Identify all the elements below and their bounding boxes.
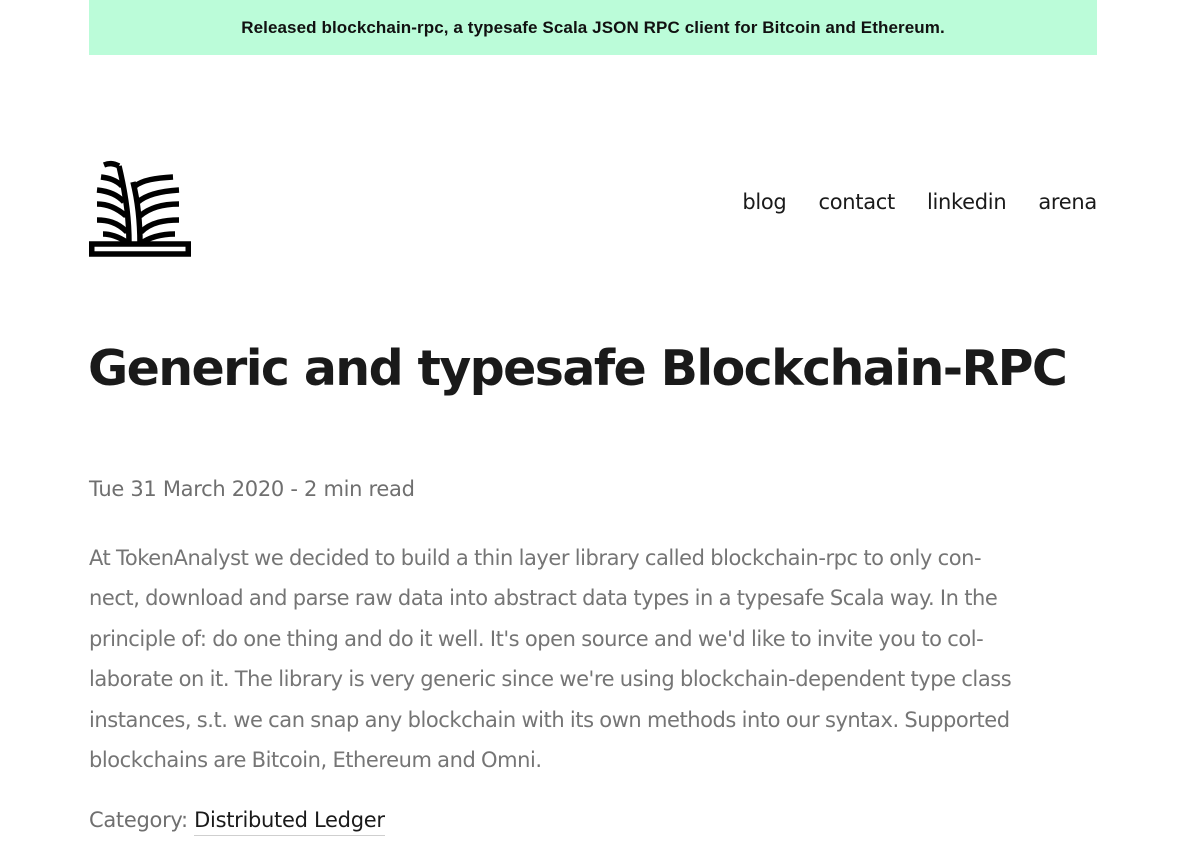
article-title: Generic and typesafe Blockchain-RPC: [88, 340, 1068, 397]
category-label: Category:: [89, 808, 188, 832]
nav-item-linkedin[interactable]: linkedin: [927, 190, 1007, 214]
article-body-line: instances, s.t. we can snap any blockcha…: [89, 707, 1010, 732]
article-body: At TokenAnalyst we decided to build a th…: [89, 538, 1097, 780]
nav-item-arena[interactable]: arena: [1038, 190, 1097, 214]
site-logo[interactable]: [89, 160, 191, 260]
nav-item-blog[interactable]: blog: [742, 190, 786, 214]
article-category: Category: Distributed Ledger: [89, 808, 385, 836]
plant-sprout-icon: [89, 160, 191, 257]
announcement-banner: Released blockchain-rpc, a typesafe Scal…: [89, 0, 1097, 55]
article-body-line: blockchains are Bitcoin, Ethereum and Om…: [89, 748, 542, 773]
article-meta: Tue 31 March 2020 - 2 min read: [89, 477, 415, 501]
article-body-line: laborate on it. The library is very gene…: [89, 667, 1012, 692]
nav-item-contact[interactable]: contact: [818, 190, 895, 214]
announcement-link[interactable]: Released blockchain-rpc, a typesafe Scal…: [241, 18, 945, 38]
article-body-line: principle of: do one thing and do it wel…: [89, 626, 984, 651]
article-body-line: nect, download and parse raw data into a…: [89, 586, 998, 611]
category-link[interactable]: Distributed Ledger: [194, 808, 385, 836]
article-body-line: At TokenAnalyst we decided to build a th…: [89, 546, 982, 570]
main-nav: blog contact linkedin arena: [742, 190, 1097, 214]
